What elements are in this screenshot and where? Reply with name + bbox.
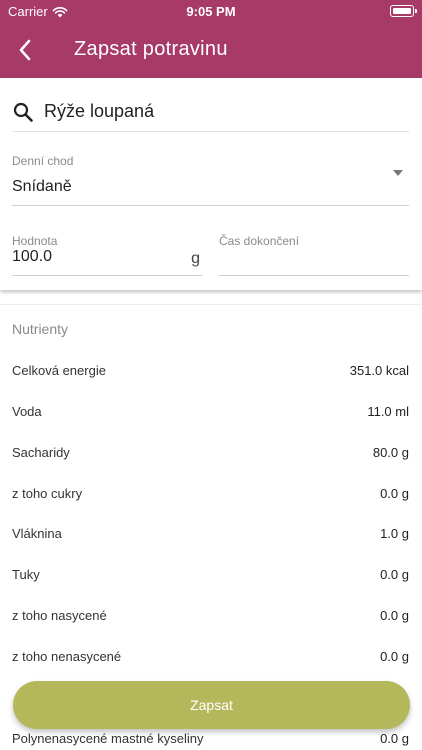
chevron-left-icon [19, 39, 31, 61]
dropdown-arrow-icon [393, 170, 403, 176]
completion-time-label: Čas dokončení [219, 234, 300, 248]
status-bar: Carrier 9:05 PM [0, 0, 422, 24]
app-header: Carrier 9:05 PM Zapsat potravinu [0, 0, 422, 78]
search-icon [13, 102, 33, 122]
nutrient-name: z toho cukry [12, 486, 83, 501]
nutrient-name: z toho nenasycené [12, 649, 122, 664]
nutrient-name: Celková energie [12, 363, 106, 378]
nutrients-heading: Nutrienty [12, 321, 69, 337]
nutrient-row: Voda 11.0 ml [12, 404, 409, 424]
back-button[interactable] [10, 35, 40, 65]
nutrient-value: 0.0 g [380, 567, 409, 582]
amount-label: Hodnota [12, 234, 58, 248]
nutrient-row: Sacharidy 80.0 g [12, 445, 409, 465]
nutrient-value: 0.0 g [380, 486, 409, 501]
nutrient-value: 11.0 ml [367, 404, 409, 419]
nutrient-name: Polynenasycené mastné kyseliny [12, 731, 204, 746]
nutrient-name: Tuky [12, 567, 40, 582]
food-entry-form: Denní chod Snídaně Hodnota g Čas dokonče… [0, 78, 422, 290]
amount-field: Hodnota g [12, 228, 202, 276]
nutrient-row: z toho cukry 0.0 g [12, 486, 409, 506]
nutrient-value: 1.0 g [380, 526, 409, 541]
nutrient-name: z toho nasycené [12, 608, 107, 623]
nutrient-row: Vláknina 1.0 g [12, 526, 409, 546]
meal-value: Snídaně [12, 178, 72, 195]
page-title: Zapsat potravinu [74, 38, 228, 60]
nutrient-row: Celková energie 351.0 kcal [12, 363, 409, 383]
completion-time-field[interactable]: Čas dokončení [219, 228, 409, 276]
nutrient-name: Vláknina [12, 526, 62, 541]
amount-input[interactable] [12, 248, 182, 266]
status-time: 9:05 PM [186, 4, 236, 19]
nutrient-value: 0.0 g [380, 608, 409, 623]
nav-bar: Zapsat potravinu [0, 24, 422, 78]
food-search-input[interactable] [44, 101, 384, 122]
nutrient-name: Sacharidy [12, 445, 70, 460]
food-search [12, 92, 409, 132]
amount-unit: g [191, 250, 200, 267]
nutrient-row: z toho nenasycené 0.0 g [12, 649, 409, 669]
submit-button[interactable]: Zapsat [13, 681, 410, 729]
nutrient-value: 351.0 kcal [349, 363, 409, 378]
nutrient-value: 80.0 g [372, 445, 409, 460]
battery-icon [390, 5, 417, 17]
nutrient-row: Polynenasycené mastné kyseliny 0.0 g [12, 731, 409, 750]
nutrient-row: Tuky 0.0 g [12, 567, 409, 587]
nutrient-value: 0.0 g [380, 731, 409, 746]
nutrient-name: Voda [12, 404, 42, 419]
nutrient-value: 0.0 g [380, 649, 409, 664]
nutrient-row: z toho nasycené 0.0 g [12, 608, 409, 628]
meal-select[interactable]: Denní chod Snídaně [12, 150, 409, 206]
meal-label: Denní chod [12, 154, 74, 168]
